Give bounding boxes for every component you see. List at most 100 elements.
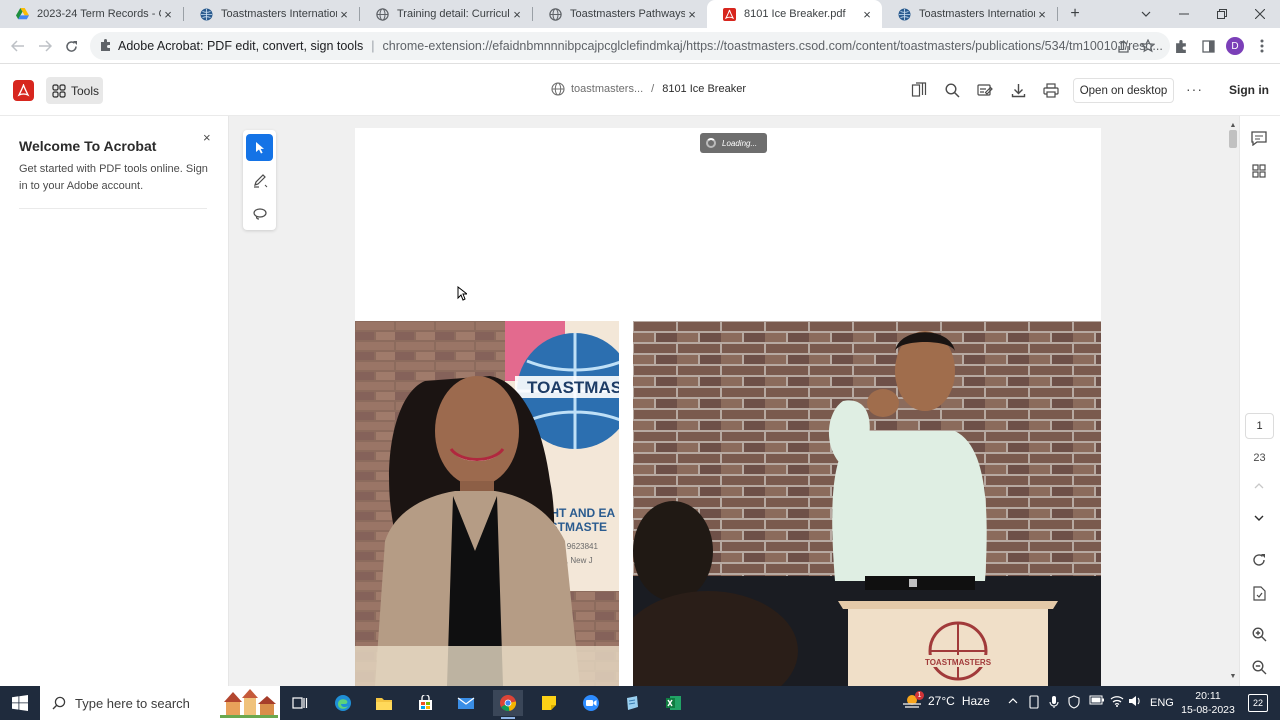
task-view-icon[interactable] xyxy=(285,690,315,716)
welcome-close-icon[interactable]: × xyxy=(203,130,211,145)
acrobat-header: Tools toastmasters... / 8101 Ice Breaker… xyxy=(0,64,1280,116)
adobe-acrobat-logo-icon[interactable] xyxy=(13,80,34,101)
globe-icon xyxy=(376,7,389,21)
side-panel-icon[interactable] xyxy=(1195,33,1221,59)
microphone-icon[interactable] xyxy=(1049,695,1059,712)
taskbar-search-box[interactable]: Type here to search xyxy=(40,686,280,720)
document-scrollbar[interactable]: ▲ ▼ xyxy=(1228,122,1238,682)
sticky-notes-icon[interactable] xyxy=(534,690,564,716)
loading-label: Loading... xyxy=(722,138,758,148)
previous-page-chevron-icon[interactable] xyxy=(1249,476,1269,496)
welcome-body: Get started with PDF tools online. Sign … xyxy=(19,163,208,192)
photo-illustration: TOASTMASTERS xyxy=(633,321,1101,686)
system-clock[interactable]: 20:11 15-08-2023 xyxy=(1178,689,1238,717)
zoom-app-icon[interactable] xyxy=(576,690,606,716)
welcome-title: Welcome To Acrobat xyxy=(19,138,157,154)
meet-now-icon[interactable] xyxy=(1028,695,1040,712)
scroll-down-arrow-icon[interactable]: ▼ xyxy=(1228,673,1238,680)
tab-label: Toastmasters International xyxy=(221,8,337,20)
select-cursor-tool-icon[interactable] xyxy=(246,134,273,161)
window-close-icon[interactable] xyxy=(1242,0,1278,28)
fill-sign-icon[interactable] xyxy=(975,80,995,100)
extension-puzzle-icon xyxy=(100,38,112,54)
url-separator: | xyxy=(371,39,375,53)
notepad-icon[interactable] xyxy=(617,690,647,716)
edge-browser-icon[interactable] xyxy=(328,690,358,716)
microsoft-store-icon[interactable] xyxy=(410,690,440,716)
rotate-icon[interactable] xyxy=(1249,550,1269,570)
zoom-in-icon[interactable] xyxy=(1249,624,1269,644)
highlight-pen-tool-icon[interactable] xyxy=(246,167,273,194)
search-icon[interactable] xyxy=(942,80,962,100)
search-icon xyxy=(52,696,66,710)
weather-badge: 1 xyxy=(915,691,924,700)
next-page-chevron-icon[interactable] xyxy=(1249,508,1269,528)
reload-icon[interactable] xyxy=(62,37,80,55)
photo-illustration: TOASTMAS GHT AND EA ASTMASTE ub No. 9623… xyxy=(355,321,619,686)
total-pages: 23 xyxy=(1253,452,1266,464)
comment-icon[interactable] xyxy=(1249,128,1269,148)
download-icon[interactable] xyxy=(1008,80,1028,100)
file-explorer-icon[interactable] xyxy=(369,690,399,716)
document-properties-icon[interactable] xyxy=(1249,583,1269,603)
tools-label: Tools xyxy=(71,83,100,98)
scroll-up-arrow-icon[interactable]: ▲ xyxy=(1228,122,1238,129)
restore-icon[interactable] xyxy=(1204,0,1240,28)
scrollbar-thumb[interactable] xyxy=(1229,130,1237,148)
tab-toastmasters-international-2[interactable]: Toastmasters International × xyxy=(882,0,1057,28)
tools-grid-icon xyxy=(52,83,66,98)
tab-close-icon[interactable]: × xyxy=(685,7,699,22)
page-thumbnails-icon[interactable] xyxy=(1249,161,1269,181)
tools-button[interactable]: Tools xyxy=(46,77,103,104)
organize-pages-icon[interactable] xyxy=(909,80,929,100)
lasso-tool-icon[interactable] xyxy=(246,200,273,227)
tab-search-chevron-icon[interactable] xyxy=(1128,0,1164,28)
windows-taskbar: Type here to search 1 27°C Haze ENG 20:1… xyxy=(0,686,1280,720)
chrome-icon[interactable] xyxy=(493,690,523,719)
security-shield-icon[interactable] xyxy=(1068,695,1080,712)
show-hidden-icons-chevron-icon[interactable] xyxy=(1008,695,1018,707)
mail-icon[interactable] xyxy=(451,690,481,716)
extensions-icon[interactable] xyxy=(1168,33,1194,59)
breadcrumb-separator: / xyxy=(651,83,655,95)
minimize-icon[interactable] xyxy=(1166,0,1202,28)
breadcrumb-site[interactable]: toastmasters... xyxy=(571,83,643,95)
toastmasters-globe-icon xyxy=(898,8,911,21)
notification-center-badge[interactable]: 22 xyxy=(1248,694,1268,712)
bookmark-star-icon[interactable] xyxy=(1135,33,1161,59)
forward-arrow-icon[interactable] xyxy=(36,37,54,55)
new-tab-button[interactable]: + xyxy=(1066,4,1084,24)
input-language[interactable]: ENG xyxy=(1150,697,1174,709)
tab-close-icon[interactable]: × xyxy=(510,7,524,22)
browser-menu-icon[interactable] xyxy=(1249,33,1275,59)
tab-close-icon[interactable]: × xyxy=(161,7,175,22)
windows-start-icon[interactable] xyxy=(0,686,40,720)
tab-ice-breaker-pdf[interactable]: 8101 Ice Breaker.pdf × xyxy=(707,0,882,28)
address-bar[interactable]: Adobe Acrobat: PDF edit, convert, sign t… xyxy=(90,32,1170,60)
tab-pathways[interactable]: Toastmasters Pathways »» Ic × xyxy=(533,0,707,28)
current-page-input[interactable]: 1 xyxy=(1245,413,1274,439)
more-options-icon[interactable]: ··· xyxy=(1186,81,1203,97)
tab-close-icon[interactable]: × xyxy=(337,7,351,22)
profile-avatar[interactable]: D xyxy=(1222,33,1248,59)
excel-icon[interactable] xyxy=(658,690,688,716)
wifi-icon[interactable] xyxy=(1110,695,1124,710)
back-arrow-icon[interactable] xyxy=(9,37,27,55)
tab-toastmasters-international[interactable]: Toastmasters International × xyxy=(184,0,359,28)
tab-divider xyxy=(1057,7,1058,21)
print-icon[interactable] xyxy=(1041,80,1061,100)
weather-widget[interactable]: 1 27°C Haze xyxy=(902,691,990,709)
toastmasters-globe-icon xyxy=(200,8,213,21)
zoom-out-icon[interactable] xyxy=(1249,657,1269,677)
tab-close-icon[interactable]: × xyxy=(1035,7,1049,22)
site-name: Adobe Acrobat: PDF edit, convert, sign t… xyxy=(118,39,364,53)
sign-in-button[interactable]: Sign in xyxy=(1229,83,1269,97)
tab-close-icon[interactable]: × xyxy=(860,7,874,22)
tab-label: 8101 Ice Breaker.pdf xyxy=(744,8,846,20)
tab-training-detail[interactable]: Training detail: Curriculum × xyxy=(360,0,532,28)
tab-term-records[interactable]: 2023-24 Term Records - Go × xyxy=(0,0,183,28)
open-on-desktop-button[interactable]: Open on desktop xyxy=(1073,78,1174,103)
battery-icon[interactable] xyxy=(1089,695,1105,708)
share-icon[interactable] xyxy=(1110,33,1136,59)
volume-icon[interactable] xyxy=(1128,695,1142,710)
